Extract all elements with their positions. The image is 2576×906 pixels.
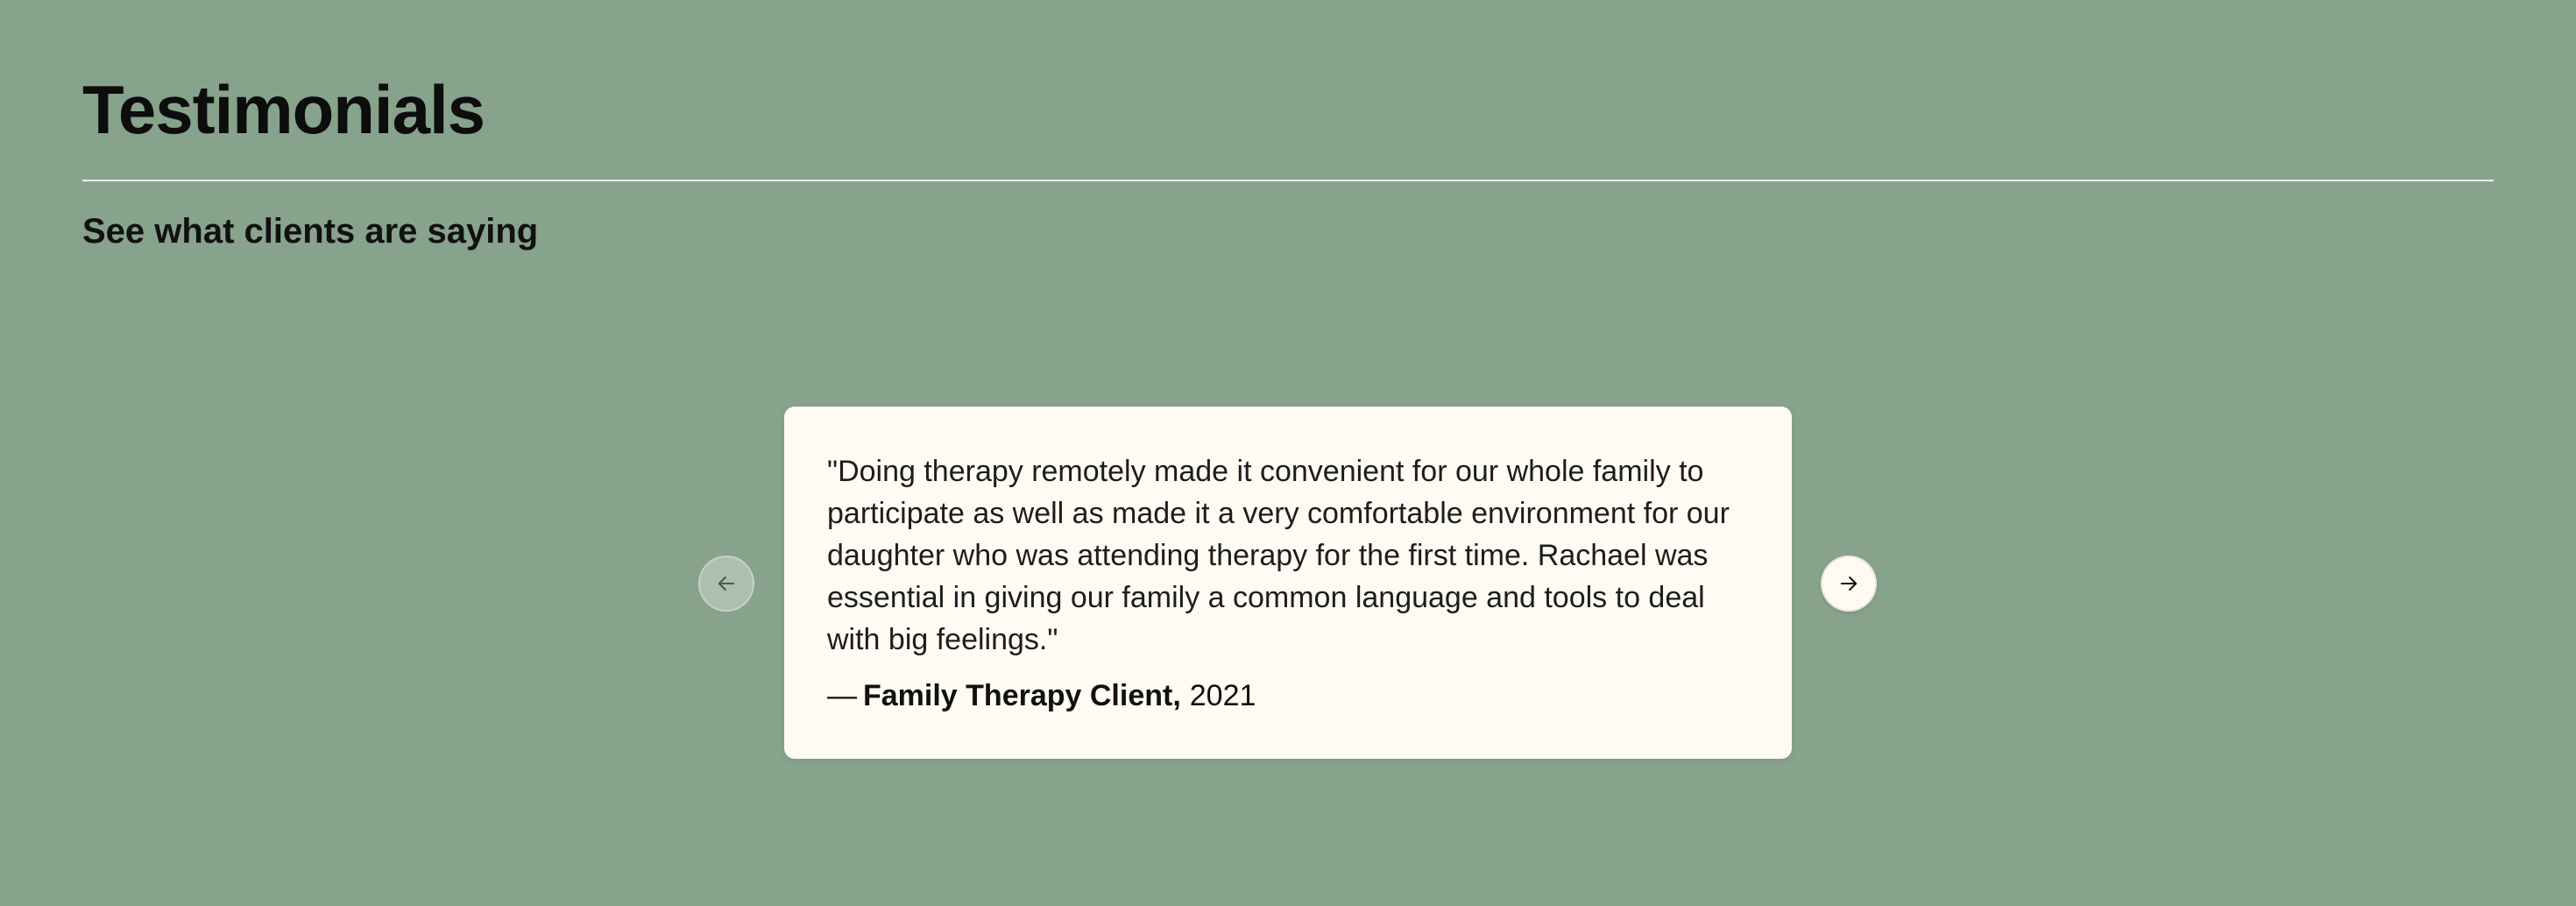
- testimonial-year: 2021: [1189, 679, 1256, 712]
- arrow-right-icon: [1836, 571, 1861, 596]
- next-testimonial-button[interactable]: [1821, 556, 1877, 612]
- testimonials-page: Testimonials See what clients are saying…: [0, 0, 2576, 906]
- testimonial-attribution: — Family Therapy Client, 2021: [827, 675, 1750, 717]
- client-name: Family Therapy Client,: [863, 679, 1181, 712]
- testimonial-quote: "Doing therapy remotely made it convenie…: [827, 455, 1730, 656]
- arrow-left-icon: [714, 571, 739, 596]
- testimonial-card: "Doing therapy remotely made it convenie…: [784, 407, 1792, 759]
- attribution-dash: —: [827, 679, 857, 712]
- previous-testimonial-button[interactable]: [698, 556, 754, 612]
- testimonial-carousel: "Doing therapy remotely made it convenie…: [0, 0, 2576, 906]
